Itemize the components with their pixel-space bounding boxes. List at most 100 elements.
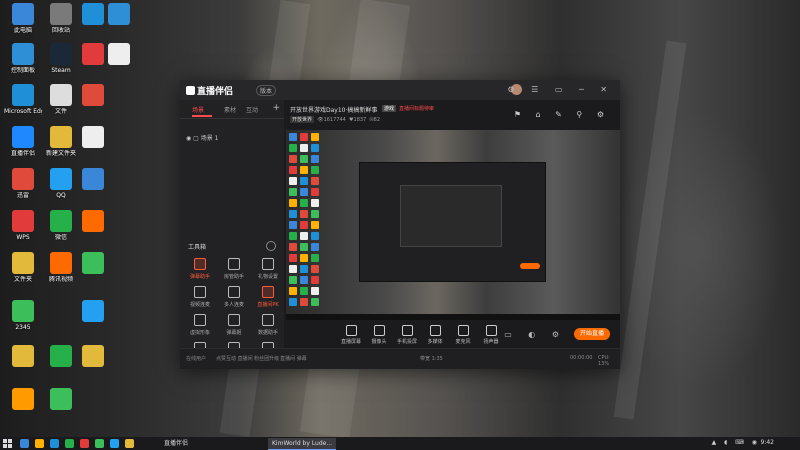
camera-settings-icons[interactable]: ▭ ◐ ⚙ — [504, 330, 566, 339]
tool-item[interactable]: 弹幕姬 — [218, 314, 250, 336]
desktop-icon[interactable] — [4, 388, 42, 410]
desktop-icon[interactable] — [74, 126, 112, 148]
tool-label: 多人连麦 — [223, 302, 244, 308]
preview-desktop-icon — [300, 155, 308, 163]
desktop-icon[interactable] — [42, 345, 80, 367]
desktop-icon[interactable] — [100, 43, 138, 65]
preview-desktop-icon — [311, 210, 319, 218]
room-category[interactable]: 开放世界 — [290, 116, 315, 123]
preview-desktop-icon — [311, 221, 319, 229]
desktop-icon[interactable] — [74, 168, 112, 190]
desktop-app-icon — [12, 43, 34, 65]
taskbar-app-icon[interactable] — [65, 439, 74, 448]
desktop-icon[interactable]: 此电脑 — [4, 3, 42, 34]
desktop-icon[interactable] — [42, 388, 80, 410]
desktop-icon[interactable]: 直播伴侣 — [4, 126, 42, 157]
control-item[interactable]: 多媒体 — [420, 325, 450, 345]
desktop-icon[interactable]: 文件夹 — [4, 252, 42, 283]
status-online: 在线用户 — [186, 356, 207, 362]
tool-item[interactable]: 数据助手 — [252, 314, 284, 336]
go-live-button[interactable]: 开始直播 — [574, 328, 610, 340]
add-scene-icon[interactable]: + — [272, 103, 280, 113]
tool-item[interactable]: 多人连麦 — [218, 286, 250, 308]
taskbar-app-icon[interactable] — [80, 439, 89, 448]
desktop-app-icon — [50, 388, 72, 410]
comment-count: 82 — [373, 117, 381, 123]
preview-desktop-icon — [300, 265, 308, 273]
taskbar-app-icon[interactable] — [110, 439, 119, 448]
taskbar-item-streaming[interactable]: 直播伴侣 — [160, 438, 192, 449]
desktop-icon[interactable]: 控制面板 — [4, 43, 42, 74]
app-title-bar[interactable]: 直播伴侣 版本 ⚙ ☰ ▭ ─ ✕ — [180, 80, 620, 100]
control-label: 麦克风 — [455, 339, 471, 345]
control-item[interactable]: 扬声器 — [476, 325, 506, 345]
desktop-app-icon — [50, 168, 72, 190]
live-streaming-app-window[interactable]: 直播伴侣 版本 ⚙ ☰ ▭ ─ ✕ 场景 素材 互动 + ◉ ▢ 场景 1 工具… — [180, 80, 620, 369]
desktop-icon[interactable]: 2345 — [4, 300, 42, 331]
desktop-icon[interactable] — [100, 3, 138, 25]
taskbar-app-icon[interactable] — [125, 439, 134, 448]
room-stats: 开放世界 👁1617744 ♥1837 ✉82 — [290, 116, 380, 123]
tool-icon — [262, 286, 274, 298]
tool-item[interactable]: 直播间PK — [252, 286, 284, 308]
preview-desktop-icon — [300, 133, 308, 141]
tab-scene[interactable]: 场景 — [192, 105, 204, 114]
desktop-icon-label: 回收站 — [51, 27, 70, 34]
desktop-icon-label: 此电脑 — [13, 27, 32, 34]
preview-desktop-icon — [289, 254, 297, 262]
desktop-app-icon — [50, 252, 72, 274]
taskbar-app-icon[interactable] — [50, 439, 59, 448]
desktop-icon[interactable] — [4, 345, 42, 367]
taskbar-app-icon[interactable] — [95, 439, 104, 448]
lock-icon[interactable]: ▢ — [193, 135, 199, 142]
version-badge[interactable]: 版本 — [256, 85, 277, 96]
taskbar-item-kimworld[interactable]: KimWorld by Lude... — [268, 438, 337, 450]
taskbar-app-icon[interactable] — [35, 439, 44, 448]
stream-preview[interactable] — [286, 130, 620, 320]
preview-desktop-icon — [311, 243, 319, 251]
preview-desktop-icon — [289, 221, 297, 229]
desktop-icon[interactable] — [74, 252, 112, 274]
room-title[interactable]: 开放世界游戏Day10·搞搞新鲜事 — [290, 105, 377, 114]
desktop-icon[interactable]: 迅雷 — [4, 168, 42, 199]
tool-item[interactable]: 礼物设置 — [252, 258, 284, 280]
tool-item[interactable]: 弹幕助手 — [184, 258, 216, 280]
window-controls[interactable]: ⚙ ☰ ▭ ─ ✕ — [507, 85, 614, 94]
tool-item[interactable]: 房管助手 — [218, 258, 250, 280]
system-tray[interactable]: ▲ ◖ ⌨ ◉ — [712, 439, 760, 446]
control-item[interactable]: 直播屏幕 — [336, 325, 366, 345]
control-item[interactable]: 摄像头 — [364, 325, 394, 345]
room-tag[interactable]: 游戏 — [382, 105, 397, 112]
desktop-icon[interactable]: Microsoft Edge — [4, 84, 42, 115]
desktop-icon-label: WPS — [16, 234, 30, 241]
desktop-icon[interactable] — [74, 84, 112, 106]
desktop-icon[interactable] — [74, 300, 112, 322]
desktop-icon[interactable]: WPS — [4, 210, 42, 241]
tool-item[interactable]: 视频连麦 — [184, 286, 216, 308]
control-item[interactable]: 手机投屏 — [392, 325, 422, 345]
desktop-icon-label: 文件 — [54, 108, 67, 115]
tools-settings-icon[interactable] — [266, 241, 276, 251]
control-item[interactable]: 麦克风 — [448, 325, 478, 345]
desktop-app-icon — [50, 84, 72, 106]
scene-item[interactable]: ◉ ▢ 场景 1 — [186, 133, 219, 142]
taskbar-clock[interactable]: 9:42 — [761, 439, 774, 446]
desktop-icon[interactable] — [74, 210, 112, 232]
preview-desktop-icon — [300, 188, 308, 196]
tool-item[interactable]: 虚拟形象 — [184, 314, 216, 336]
eye-icon[interactable]: ◉ — [186, 135, 191, 142]
tab-interact[interactable]: 互动 — [246, 105, 258, 114]
preview-desktop-icon — [311, 298, 319, 306]
tab-materials[interactable]: 素材 — [224, 105, 236, 114]
start-button[interactable] — [3, 439, 12, 448]
taskbar-app-icon[interactable] — [20, 439, 29, 448]
desktop-app-icon — [12, 126, 34, 148]
tool-icon — [194, 314, 206, 326]
preview-nested-window — [400, 185, 502, 247]
preview-desktop-icon — [311, 166, 319, 174]
room-action-icons[interactable]: ⚑ ⌂ ✎ ⚲ ⚙ — [514, 110, 610, 119]
desktop-app-icon — [12, 3, 34, 25]
desktop-icon-label: Steam — [51, 67, 71, 74]
desktop-icon-label: 文件夹 — [13, 276, 32, 283]
tool-icon — [262, 258, 274, 270]
